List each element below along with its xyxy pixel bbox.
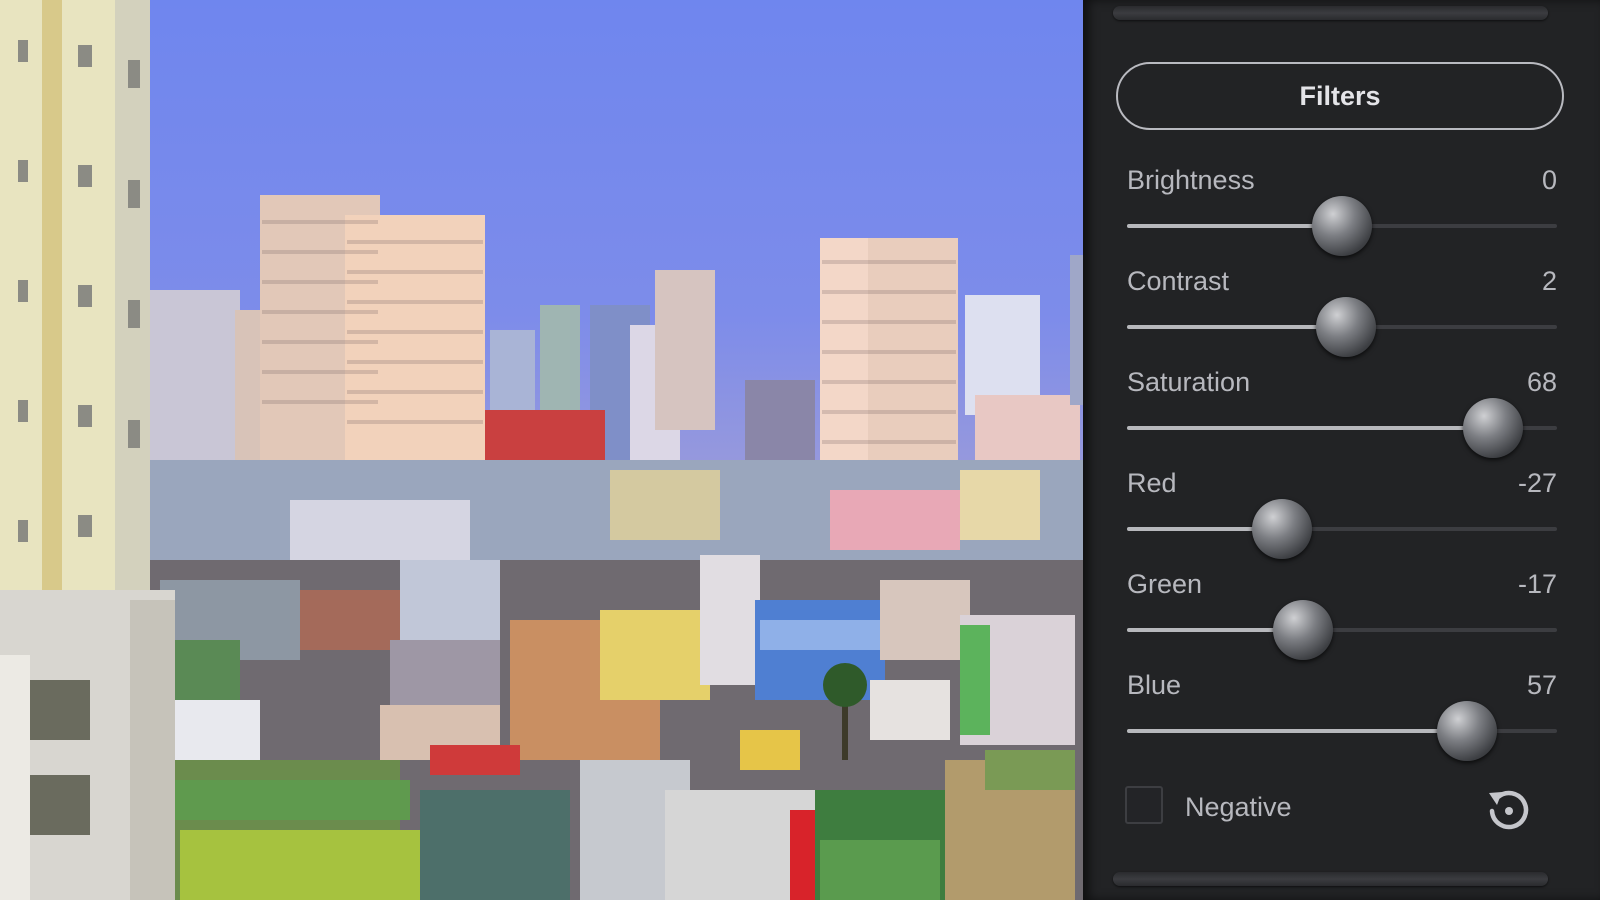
negative-label: Negative: [1185, 792, 1292, 822]
green-track[interactable]: [1127, 628, 1557, 632]
contrast-slider[interactable]: Contrast 2: [1127, 265, 1557, 357]
red-label: Red: [1127, 468, 1177, 498]
red-track[interactable]: [1127, 527, 1557, 531]
reset-button[interactable]: [1480, 781, 1536, 837]
negative-checkbox[interactable]: [1125, 786, 1163, 824]
saturation-value: 68: [1526, 367, 1557, 397]
brightness-fill: [1127, 224, 1342, 228]
panel-top-edge: [1113, 6, 1548, 20]
filters-button[interactable]: Filters: [1116, 62, 1564, 130]
green-value: -17: [1517, 569, 1557, 599]
app-screen: Filters Brightness 0 Contrast 2 Saturati…: [0, 0, 1600, 900]
reset-icon: [1489, 790, 1529, 830]
brightness-thumb[interactable]: [1312, 196, 1372, 256]
brightness-value: 0: [1541, 165, 1557, 195]
saturation-slider[interactable]: Saturation 68: [1127, 366, 1557, 458]
saturation-thumb[interactable]: [1462, 398, 1523, 458]
red-slider[interactable]: Red -27: [1127, 467, 1557, 559]
blue-label: Blue: [1127, 670, 1182, 700]
contrast-fill: [1127, 325, 1347, 329]
contrast-label: Contrast: [1127, 266, 1230, 296]
saturation-label: Saturation: [1127, 367, 1251, 397]
blue-thumb[interactable]: [1436, 701, 1497, 761]
brightness-label: Brightness: [1127, 165, 1255, 195]
green-slider[interactable]: Green -17: [1127, 568, 1557, 660]
blue-fill: [1127, 729, 1467, 733]
brightness-slider[interactable]: Brightness 0: [1127, 164, 1557, 256]
green-label: Green: [1127, 569, 1203, 599]
blue-value: 57: [1526, 670, 1557, 700]
panel-bottom-edge: [1113, 872, 1548, 886]
red-thumb[interactable]: [1251, 499, 1312, 559]
filters-panel: Filters Brightness 0 Contrast 2 Saturati…: [1083, 0, 1600, 900]
photo-preview: [0, 0, 1083, 900]
contrast-thumb[interactable]: [1316, 297, 1377, 357]
red-value: -27: [1517, 468, 1557, 498]
contrast-value: 2: [1541, 266, 1557, 296]
city-skyline-image: [0, 0, 1083, 900]
saturation-fill: [1127, 426, 1493, 430]
green-thumb[interactable]: [1273, 600, 1334, 660]
blue-slider[interactable]: Blue 57: [1127, 669, 1557, 761]
